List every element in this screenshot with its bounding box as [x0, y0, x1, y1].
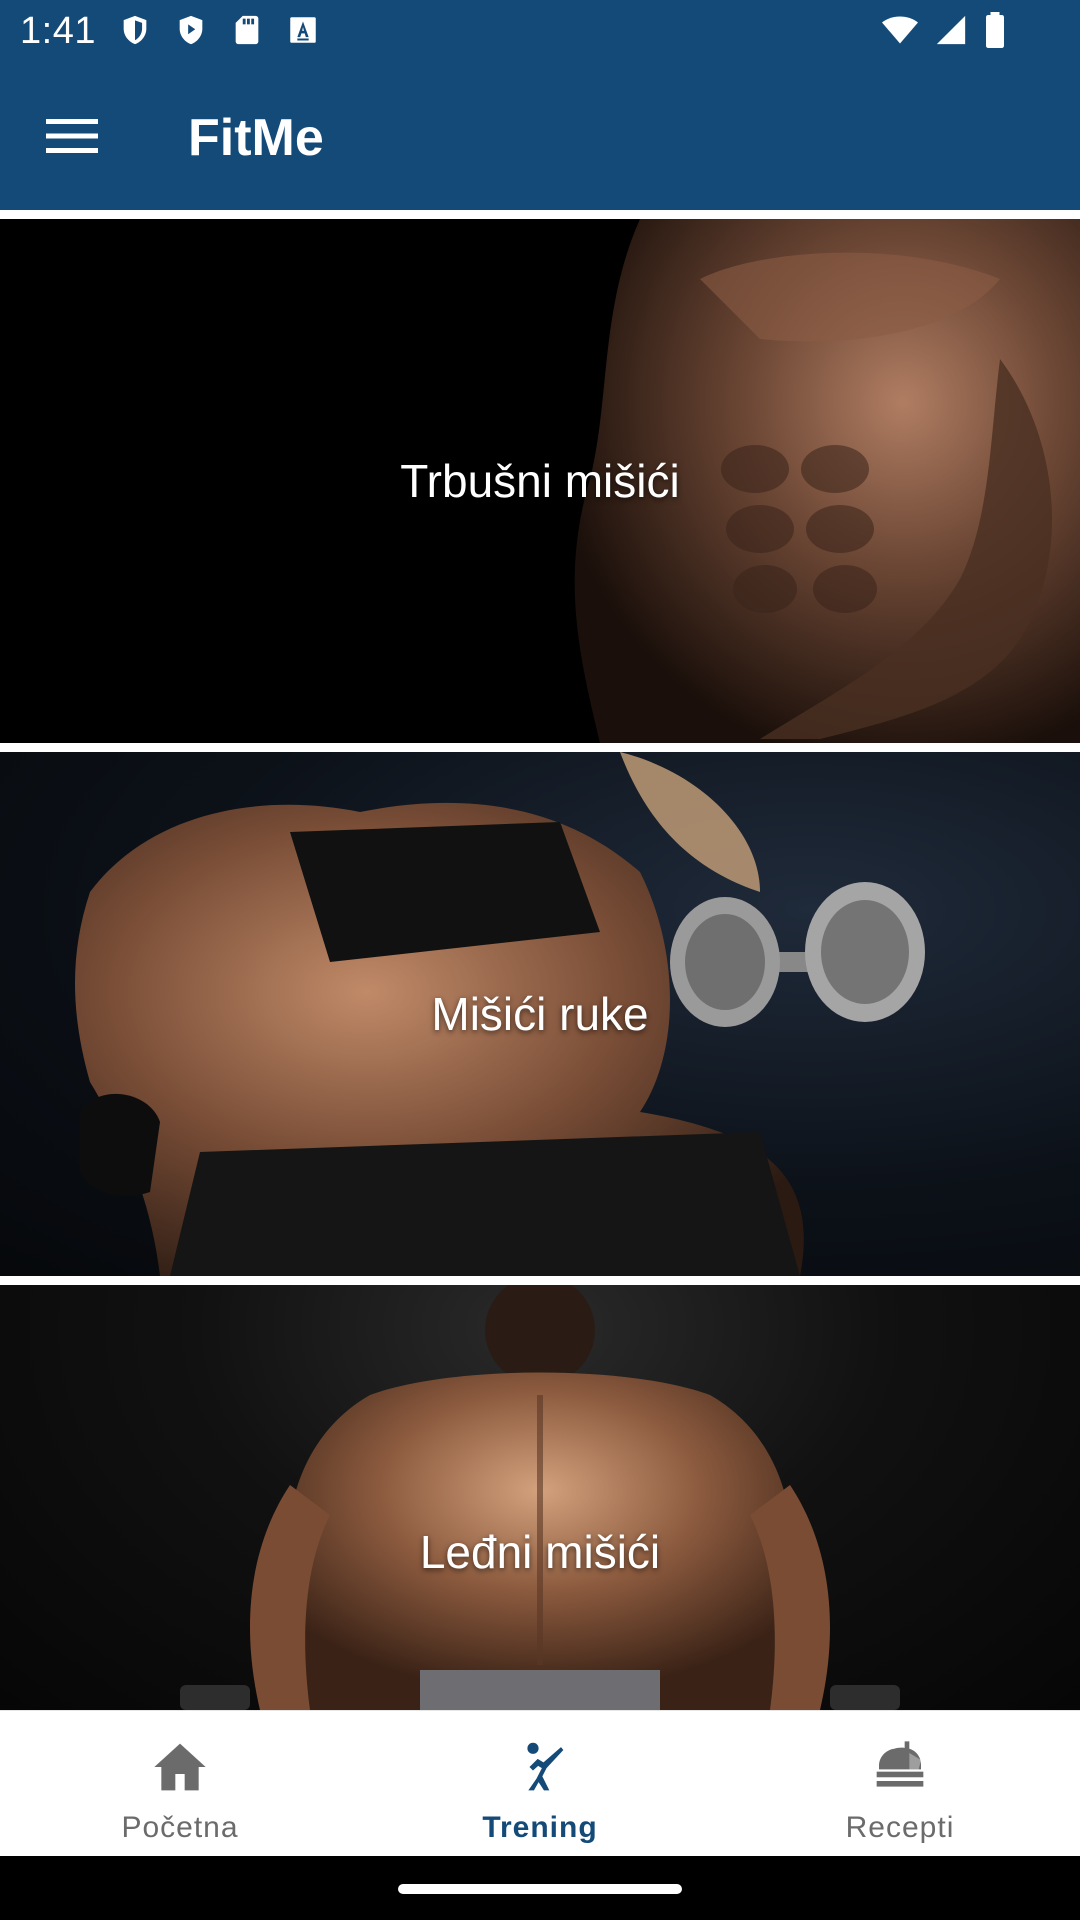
- nav-label-pocetna: Početna: [121, 1811, 239, 1844]
- nav-label-recepti: Recepti: [845, 1811, 955, 1844]
- dumbbell: [670, 882, 925, 1027]
- menu-button[interactable]: [36, 106, 108, 166]
- signal-icon: [936, 15, 966, 45]
- hamburger-menu-icon: [46, 119, 98, 153]
- nav-icon-wrapper: [508, 1737, 572, 1797]
- workout-card-back[interactable]: Leđni mišići: [0, 1285, 1080, 1710]
- card-label: Leđni mišići: [419, 1526, 661, 1578]
- gesture-navigation-area: [0, 1856, 1080, 1920]
- sd-card-icon: [235, 15, 259, 45]
- workout-card-abs[interactable]: Trbušni mišići: [0, 219, 1080, 743]
- app-bar: FitMe: [0, 62, 1080, 210]
- battery-icon: [986, 12, 1004, 48]
- app-title: FitMe: [188, 109, 324, 167]
- nav-item-pocetna[interactable]: Početna: [0, 1711, 360, 1856]
- gesture-handle[interactable]: [398, 1884, 682, 1894]
- workout-card-arms[interactable]: Mišići ruke: [0, 752, 1080, 1276]
- wifi-icon: [882, 16, 918, 44]
- font-a-icon: [290, 17, 316, 43]
- screen: 1:41 FitMe Trbušni mišići Mišići ruke Le…: [0, 0, 1080, 1920]
- nav-label-trening: Trening: [482, 1811, 598, 1844]
- nav-item-recepti[interactable]: Recepti: [720, 1711, 1080, 1856]
- status-time: 1:41: [20, 10, 96, 52]
- vpn-shield-icon: [123, 15, 147, 45]
- status-icons-right: [880, 12, 1008, 48]
- martial-arts-kick-icon: [527, 1742, 564, 1791]
- back-muscles-photo: [180, 1285, 900, 1710]
- nav-item-trening[interactable]: Trening: [360, 1711, 720, 1856]
- home-icon: [154, 1743, 206, 1791]
- status-icons-left: [118, 12, 320, 48]
- card-label: Mišići ruke: [431, 988, 649, 1040]
- card-label: Trbušni mišići: [400, 455, 680, 507]
- status-bar: 1:41: [0, 0, 1080, 62]
- food-tray-icon: [876, 1741, 924, 1787]
- nav-icon-wrapper: [868, 1737, 932, 1797]
- play-protect-icon: [179, 15, 203, 45]
- nav-icon-wrapper: [148, 1737, 212, 1797]
- bottom-navigation: Početna Trening Recepti: [0, 1710, 1080, 1856]
